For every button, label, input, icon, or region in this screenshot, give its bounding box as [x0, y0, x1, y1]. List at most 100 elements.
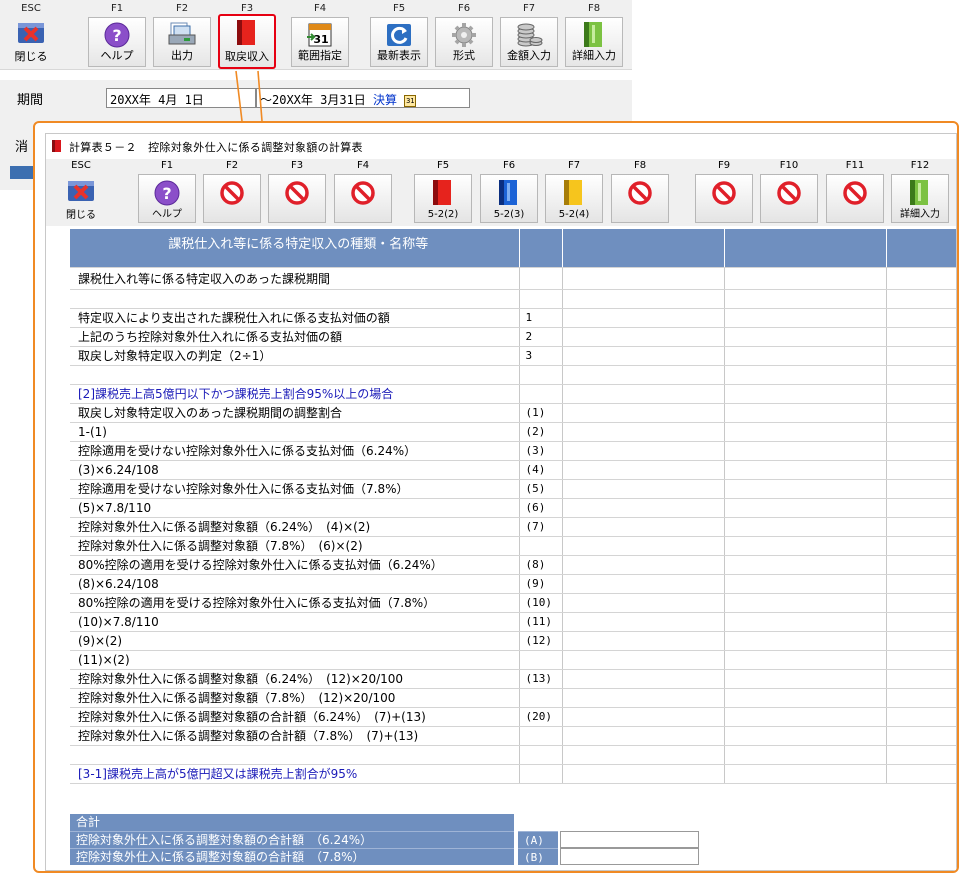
value-cell[interactable]	[886, 669, 956, 689]
value-cell[interactable]	[724, 327, 887, 347]
value-cell[interactable]	[886, 612, 956, 632]
value-cell[interactable]	[886, 422, 956, 442]
value-cell[interactable]	[724, 384, 887, 404]
value-cell[interactable]	[886, 365, 956, 385]
value-cell[interactable]	[562, 346, 725, 366]
button-face	[334, 174, 392, 223]
value-cell[interactable]	[724, 441, 887, 461]
value-cell[interactable]	[562, 764, 725, 784]
popup-button-f5[interactable]: F5 5-2(2)	[412, 159, 474, 226]
value-cell[interactable]	[562, 517, 725, 537]
value-cell[interactable]	[562, 403, 725, 423]
popup-title: 計算表５－２ 控除対象外仕入に係る調整対象額の計算表	[69, 141, 363, 154]
value-cell[interactable]	[724, 745, 887, 765]
row-number: 2	[519, 327, 563, 347]
value-cell[interactable]	[886, 517, 956, 537]
value-cell[interactable]	[886, 650, 956, 670]
key-label: F7	[567, 160, 581, 171]
value-cell[interactable]	[886, 403, 956, 423]
value-cell[interactable]	[562, 593, 725, 613]
value-cell[interactable]	[562, 422, 725, 442]
value-cell[interactable]	[886, 688, 956, 708]
value-cell[interactable]	[724, 460, 887, 480]
value-cell[interactable]	[562, 308, 725, 328]
value-cell[interactable]	[562, 267, 725, 290]
value-cell[interactable]	[724, 308, 887, 328]
value-cell[interactable]	[562, 612, 725, 632]
value-cell[interactable]	[724, 555, 887, 575]
value-cell[interactable]	[886, 289, 956, 309]
value-cell[interactable]	[724, 593, 887, 613]
value-cell[interactable]	[886, 267, 956, 290]
value-cell[interactable]	[562, 327, 725, 347]
value-cell[interactable]	[562, 555, 725, 575]
value-cell[interactable]	[886, 707, 956, 727]
value-cell[interactable]	[562, 441, 725, 461]
value-cell[interactable]	[886, 479, 956, 499]
row-label: 控除対象外仕入に係る調整対象額の合計額（6.24%） (7)+(13)	[70, 707, 520, 727]
value-cell[interactable]	[562, 574, 725, 594]
value-cell[interactable]	[724, 479, 887, 499]
row-label: 控除対象外仕入に係る調整対象額（7.8%） (6)×(2)	[70, 536, 520, 556]
value-cell[interactable]	[886, 555, 956, 575]
value-cell[interactable]	[886, 536, 956, 556]
value-cell[interactable]	[886, 460, 956, 480]
value-cell[interactable]	[724, 631, 887, 651]
value-cell[interactable]	[724, 403, 887, 423]
value-cell[interactable]	[562, 707, 725, 727]
popup-button-f1[interactable]: F1? ヘルプ	[136, 159, 198, 226]
value-cell[interactable]	[724, 267, 887, 290]
value-cell[interactable]	[724, 574, 887, 594]
value-cell[interactable]	[886, 764, 956, 784]
value-cell[interactable]	[724, 707, 887, 727]
value-cell[interactable]	[886, 327, 956, 347]
value-cell[interactable]	[562, 365, 725, 385]
value-cell[interactable]	[562, 536, 725, 556]
value-cell[interactable]	[886, 726, 956, 746]
popup-button-esc[interactable]: ESC 閉じる	[50, 159, 112, 226]
row-label: 特定収入により支出された課税仕入れに係る支払対価の額	[70, 308, 520, 328]
value-cell[interactable]	[886, 441, 956, 461]
value-cell[interactable]	[886, 631, 956, 651]
value-cell[interactable]	[886, 574, 956, 594]
value-cell[interactable]	[724, 650, 887, 670]
value-cell[interactable]	[886, 384, 956, 404]
value-cell[interactable]	[724, 726, 887, 746]
value-cell[interactable]	[724, 612, 887, 632]
value-cell[interactable]	[562, 479, 725, 499]
value-cell[interactable]	[562, 631, 725, 651]
value-cell[interactable]	[724, 688, 887, 708]
value-cell[interactable]	[562, 289, 725, 309]
value-cell[interactable]	[724, 498, 887, 518]
value-cell[interactable]	[886, 308, 956, 328]
value-cell[interactable]	[886, 593, 956, 613]
popup-button-f7[interactable]: F7 5-2(4)	[543, 159, 605, 226]
value-cell[interactable]	[724, 289, 887, 309]
value-cell[interactable]	[724, 517, 887, 537]
value-cell[interactable]	[562, 669, 725, 689]
value-cell[interactable]	[886, 346, 956, 366]
popup-button-f6[interactable]: F6 5-2(3)	[478, 159, 540, 226]
value-cell[interactable]	[724, 764, 887, 784]
totals-label: 控除対象外仕入に係る調整対象額の合計額 （6.24%）	[70, 831, 514, 848]
value-cell[interactable]	[562, 498, 725, 518]
value-cell[interactable]	[562, 460, 725, 480]
row-number	[519, 745, 563, 765]
value-cell[interactable]	[562, 745, 725, 765]
value-cell[interactable]	[724, 422, 887, 442]
totals-value-input[interactable]	[560, 848, 699, 865]
value-cell[interactable]	[562, 384, 725, 404]
totals-value-input[interactable]	[560, 831, 699, 848]
value-cell[interactable]	[886, 498, 956, 518]
value-cell[interactable]	[562, 726, 725, 746]
grid-header-title: 課税仕入れ等に係る特定収入の種類・名称等	[70, 229, 520, 268]
popup-button-f12[interactable]: F12 詳細入力	[889, 159, 951, 226]
value-cell[interactable]	[724, 536, 887, 556]
value-cell[interactable]	[724, 365, 887, 385]
value-cell[interactable]	[562, 650, 725, 670]
value-cell[interactable]	[562, 688, 725, 708]
row-label: 控除対象外仕入に係る調整対象額（6.24%） (4)×(2)	[70, 517, 520, 537]
value-cell[interactable]	[886, 745, 956, 765]
value-cell[interactable]	[724, 669, 887, 689]
value-cell[interactable]	[724, 346, 887, 366]
